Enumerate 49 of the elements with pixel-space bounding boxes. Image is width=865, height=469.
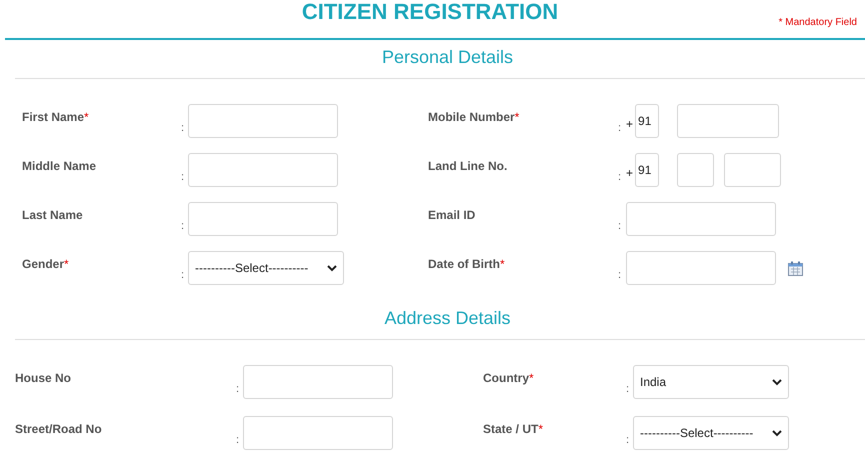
section-heading: Personal Details [382, 46, 514, 68]
text-field[interactable] [626, 202, 776, 236]
colon: : [236, 384, 240, 395]
colon: : [618, 270, 622, 281]
colon: : [618, 172, 622, 183]
area-code-field[interactable] [677, 153, 714, 187]
section-heading: Address Details [384, 307, 511, 329]
field-label: Last Name [22, 208, 83, 222]
field-label: Email ID [428, 208, 476, 222]
field-label: Land Line No. [428, 159, 508, 173]
chevron-down-icon [772, 378, 782, 386]
field-label: House No [15, 371, 72, 385]
plus-sign: + [626, 165, 634, 182]
date-field[interactable] [626, 251, 776, 285]
select-dropdown[interactable]: ----------Select---------- [633, 416, 789, 450]
select-dropdown[interactable]: India [633, 365, 789, 399]
colon: : [181, 123, 184, 134]
field-label: Date of Birth* [428, 257, 505, 271]
field-label: First Name* [22, 110, 89, 124]
field-label: Mobile Number* [428, 110, 520, 124]
mandatory-note: * Mandatory Field [778, 16, 857, 30]
colon: : [181, 270, 184, 281]
text-field[interactable] [188, 104, 338, 138]
colon: : [181, 172, 184, 183]
plus-sign: + [626, 116, 634, 133]
field-label: Country* [483, 371, 534, 385]
text-field[interactable] [243, 416, 393, 450]
field-label: State / UT* [483, 422, 544, 436]
colon: : [618, 221, 622, 232]
colon: : [236, 435, 240, 446]
phone-number-field[interactable] [724, 153, 782, 187]
text-field[interactable] [188, 202, 338, 236]
chevron-down-icon [772, 430, 782, 436]
colon: : [181, 221, 184, 232]
country-code-field[interactable]: 91 [635, 153, 660, 187]
text-field[interactable] [243, 365, 393, 399]
mobile-number-field[interactable] [677, 104, 780, 138]
colon: : [626, 384, 630, 395]
page-title: CITIZEN REGISTRATION [302, 0, 558, 24]
country-code-field[interactable]: 91 [635, 104, 660, 138]
chevron-down-icon [327, 264, 337, 272]
colon: : [626, 435, 630, 446]
colon: : [618, 123, 622, 134]
select-dropdown[interactable]: ----------Select---------- [188, 251, 344, 285]
text-field[interactable] [188, 153, 338, 187]
field-label: Street/Road No [15, 422, 102, 436]
field-label: Gender* [22, 257, 69, 271]
calendar-icon[interactable] [788, 260, 803, 276]
field-label: Middle Name [22, 159, 96, 173]
